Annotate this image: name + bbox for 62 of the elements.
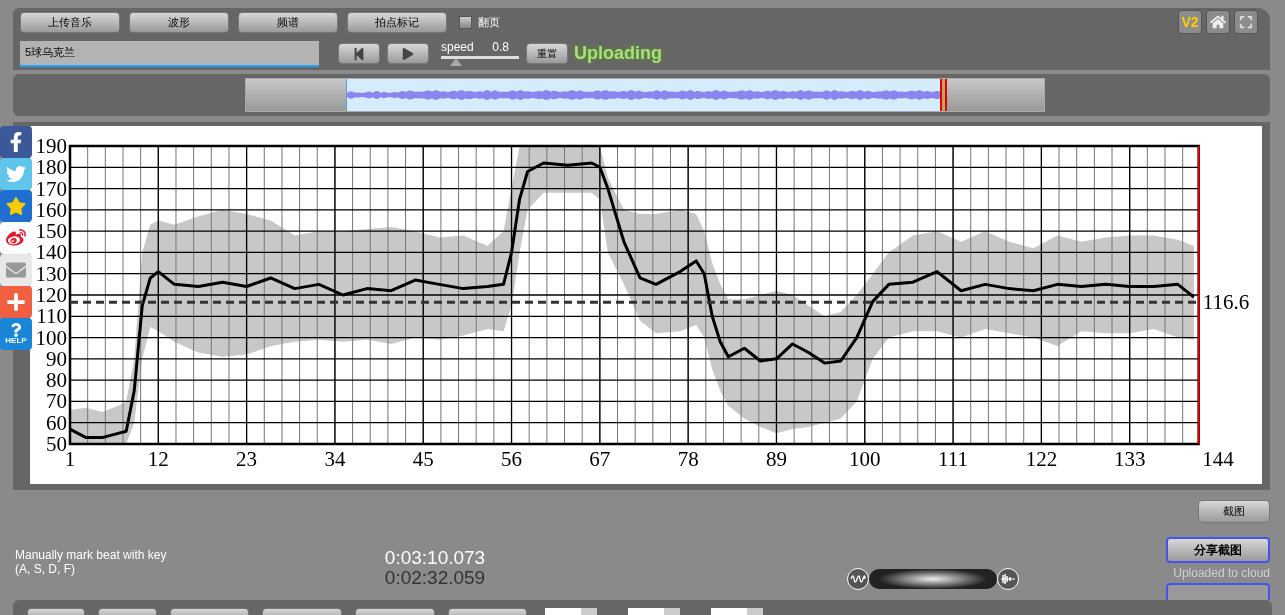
- x-tick-label: 111: [938, 447, 969, 471]
- x-tick-label: 144: [1202, 447, 1234, 471]
- x-tick-label: 67: [589, 447, 611, 471]
- question-icon: [9, 323, 23, 337]
- toolbar-button[interactable]: 上传音乐: [20, 11, 120, 33]
- overview-track[interactable]: [245, 78, 1045, 112]
- average-label: 116.6: [1202, 290, 1250, 315]
- overview-selection[interactable]: [346, 79, 941, 111]
- upload-note: Uploaded to cloud: [1173, 566, 1270, 580]
- plus-button[interactable]: [0, 286, 32, 318]
- bird-icon: [6, 164, 26, 184]
- x-tick-label: 89: [765, 447, 787, 471]
- slider-thumb[interactable]: [449, 58, 462, 66]
- x-tick-label: 78: [677, 447, 699, 471]
- x-tick-label: 34: [324, 447, 346, 471]
- facebook-button[interactable]: [0, 126, 32, 158]
- speed-slider[interactable]: [441, 56, 519, 66]
- share-screenshot-button[interactable]: 分享截图: [1166, 537, 1270, 563]
- total-time: 0:02:32.059: [384, 568, 486, 588]
- skip-back-icon: [352, 46, 366, 61]
- home-button[interactable]: [1206, 10, 1230, 34]
- playhead-handle[interactable]: [940, 79, 948, 111]
- toolbar-button[interactable]: 频谱: [238, 11, 338, 33]
- x-tick-label: 56: [501, 447, 523, 471]
- reset-button[interactable]: 重置: [526, 43, 568, 64]
- song-field[interactable]: 5球乌克兰: [20, 40, 319, 67]
- weibo-button[interactable]: [0, 222, 32, 254]
- toolbar-button[interactable]: 拍点标记: [347, 11, 447, 33]
- sine-wave-icon: [847, 568, 869, 590]
- plus-icon: [6, 292, 26, 312]
- y-tick-label: 50: [46, 432, 67, 456]
- fullscreen-button[interactable]: [1234, 10, 1258, 34]
- x-tick-label: 122: [1025, 447, 1058, 471]
- page-flip-label: 翻页: [478, 14, 500, 30]
- hint-text: Manually mark beat with key: [15, 548, 168, 562]
- y-tick-label: 120: [35, 283, 67, 307]
- home-icon: [1210, 14, 1226, 30]
- page-flip-checkbox[interactable]: [459, 15, 472, 29]
- toolbar-button[interactable]: 波形: [129, 11, 229, 33]
- hint-text: (A, S, D, F): [15, 562, 76, 576]
- help-button[interactable]: HELP: [0, 318, 32, 350]
- speed-value: 0.8: [492, 41, 509, 53]
- mail-icon: [6, 260, 26, 280]
- star-button[interactable]: [0, 190, 32, 222]
- x-tick-label: 133: [1113, 447, 1146, 471]
- x-tick-label: 45: [412, 447, 434, 471]
- skip-back-button[interactable]: [338, 43, 380, 64]
- screenshot-button[interactable]: 截图: [1198, 500, 1270, 523]
- mail-button[interactable]: [0, 254, 32, 286]
- noise-wave-icon: [997, 568, 1019, 590]
- fullscreen-icon: [1239, 15, 1253, 29]
- play-button[interactable]: [387, 43, 429, 64]
- x-tick-label: 100: [849, 447, 881, 471]
- speed-label: speed: [441, 41, 474, 53]
- y-tick-label: 190: [35, 134, 67, 158]
- x-tick-label: 23: [236, 447, 258, 471]
- star-icon: [6, 196, 26, 216]
- play-icon: [402, 47, 414, 60]
- current-time: 0:03:10.073: [384, 548, 486, 568]
- x-tick-label: 12: [147, 447, 169, 471]
- weibo-icon: [6, 228, 26, 248]
- upload-status: Uploading: [574, 42, 662, 65]
